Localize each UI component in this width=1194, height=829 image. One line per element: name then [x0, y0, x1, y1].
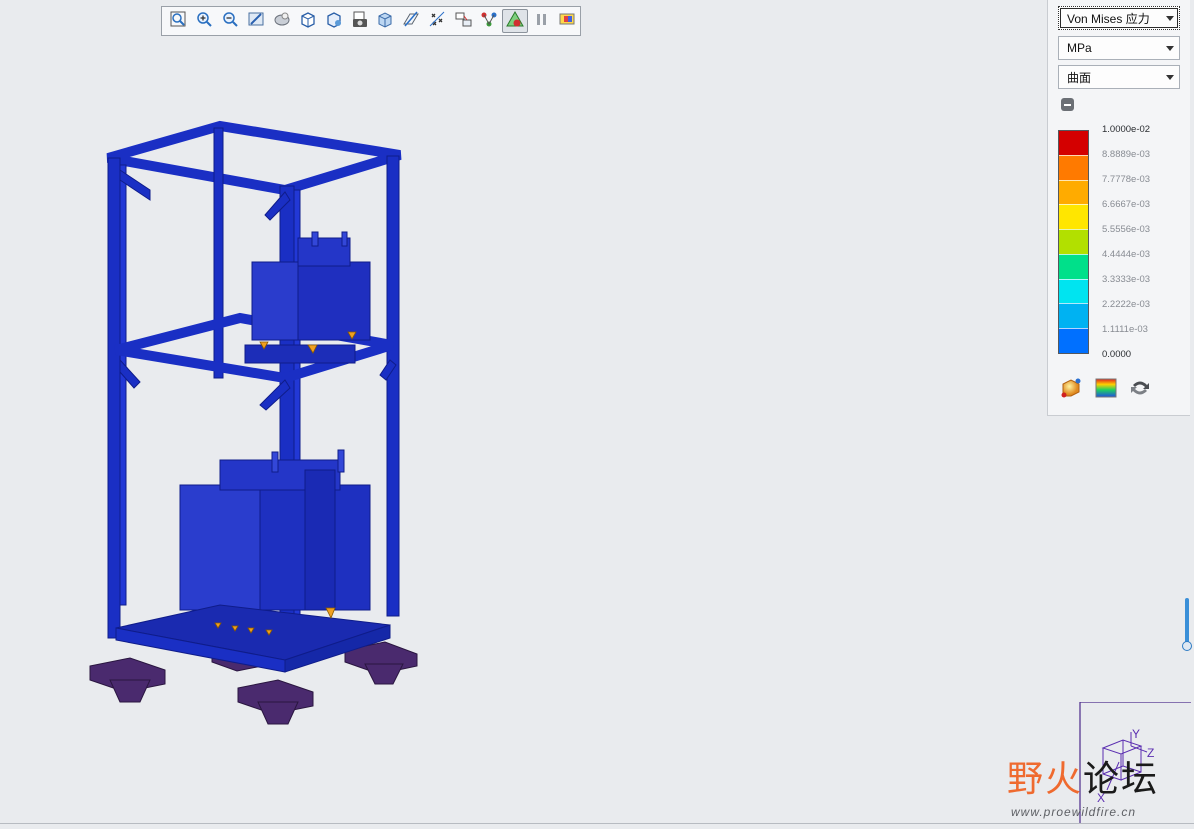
- watermark-forum-text: 论坛: [1083, 759, 1160, 800]
- view-toolbar: [161, 6, 581, 36]
- zoom-fit-icon: [169, 10, 187, 33]
- annotation-display-icon: [454, 10, 472, 33]
- spin-center-button[interactable]: [269, 9, 295, 33]
- legend-color-segment: [1059, 303, 1088, 329]
- vertical-slider-knob[interactable]: [1182, 641, 1192, 651]
- camera-icon: [351, 10, 369, 33]
- chevron-down-icon: [1166, 46, 1174, 51]
- camera-button[interactable]: [347, 9, 373, 33]
- connection-button[interactable]: [476, 9, 502, 33]
- view-manager-button[interactable]: [321, 9, 347, 33]
- frame-structure: [106, 120, 402, 673]
- animation-icon: [558, 10, 576, 33]
- legend-color-segment: [1059, 131, 1088, 155]
- legend-label: 1.1111e-03: [1102, 324, 1148, 335]
- repaint-icon: [247, 10, 265, 33]
- legend-color-segment: [1059, 154, 1088, 180]
- legend-label: 1.0000e-02: [1102, 124, 1151, 135]
- triad-z-label: Z: [1147, 746, 1154, 760]
- legend-color-segment: [1059, 278, 1088, 304]
- connection-icon: [480, 10, 498, 33]
- zoom-out-button[interactable]: [217, 9, 243, 33]
- zoom-in-icon: [195, 10, 213, 33]
- status-divider: [0, 823, 1194, 824]
- watermark-fire-text: 野火: [1007, 759, 1084, 800]
- triad-y-label: Y: [1132, 727, 1140, 741]
- swap-icon[interactable]: [1128, 376, 1152, 400]
- animation-button[interactable]: [554, 9, 580, 33]
- vertical-slider-track[interactable]: [1185, 598, 1189, 646]
- saved-views-button[interactable]: [295, 9, 321, 33]
- annotation-display-button[interactable]: [450, 9, 476, 33]
- legend-color-segment: [1059, 229, 1088, 254]
- graphics-viewport[interactable]: Von Mises 应力 MPa 曲面 1.0000e-02 8.8889e-03…: [0, 0, 1194, 829]
- pause-icon: [532, 10, 550, 33]
- unit-dropdown[interactable]: MPa: [1058, 36, 1180, 60]
- chevron-down-icon: [1166, 16, 1174, 21]
- legend-color-segment: [1059, 328, 1088, 354]
- zoom-in-button[interactable]: [191, 9, 217, 33]
- collapse-legend-button[interactable]: [1061, 98, 1074, 111]
- display-type-dropdown[interactable]: 曲面: [1058, 65, 1180, 89]
- result-display-button[interactable]: [502, 9, 529, 33]
- datum-points-icon: [428, 10, 446, 33]
- chevron-down-icon: [1166, 75, 1174, 80]
- watermark-url: www.proewildfire.cn: [1011, 805, 1137, 819]
- quantity-value: Von Mises 应力: [1067, 11, 1150, 26]
- legend-label: 7.7778e-03: [1102, 174, 1151, 185]
- zoom-fit-button[interactable]: [165, 9, 191, 33]
- legend-label: 2.2222e-03: [1102, 299, 1151, 310]
- display-style-button[interactable]: [373, 9, 399, 33]
- legend-settings-icon[interactable]: [1059, 376, 1083, 400]
- repaint-button[interactable]: [243, 9, 269, 33]
- zoom-out-icon: [221, 10, 239, 33]
- fea-frame-model[interactable]: [80, 120, 440, 740]
- quantity-dropdown[interactable]: Von Mises 应力: [1058, 6, 1180, 30]
- display-type-value: 曲面: [1067, 70, 1092, 85]
- saved-views-icon: [299, 10, 317, 33]
- legend-label: 4.4444e-03: [1102, 249, 1151, 260]
- datum-plane-icon: [402, 10, 420, 33]
- display-style-icon: [376, 10, 394, 33]
- color-spectrum-icon[interactable]: [1094, 376, 1118, 400]
- view-manager-icon: [325, 10, 343, 33]
- color-legend-bar: [1058, 130, 1089, 354]
- legend-color-segment: [1059, 204, 1088, 230]
- datum-plane-button[interactable]: [398, 9, 424, 33]
- legend-label: 8.8889e-03: [1102, 149, 1151, 160]
- legend-label: 5.5556e-03: [1102, 224, 1151, 235]
- legend-label: 3.3333e-03: [1102, 274, 1151, 285]
- result-display-icon: [506, 10, 525, 33]
- legend-color-segment: [1059, 179, 1088, 205]
- watermark: 野火论坛 www.proewildfire.cn: [1007, 759, 1160, 820]
- spin-center-icon: [273, 10, 291, 33]
- datum-points-button[interactable]: [424, 9, 450, 33]
- result-panel: Von Mises 应力 MPa 曲面 1.0000e-02 8.8889e-03…: [1047, 0, 1190, 416]
- legend-color-segment: [1059, 253, 1088, 279]
- legend-label: 6.6667e-03: [1102, 199, 1151, 210]
- pause-button[interactable]: [528, 9, 554, 33]
- unit-value: MPa: [1067, 41, 1092, 55]
- legend-label: 0.0000: [1102, 349, 1132, 360]
